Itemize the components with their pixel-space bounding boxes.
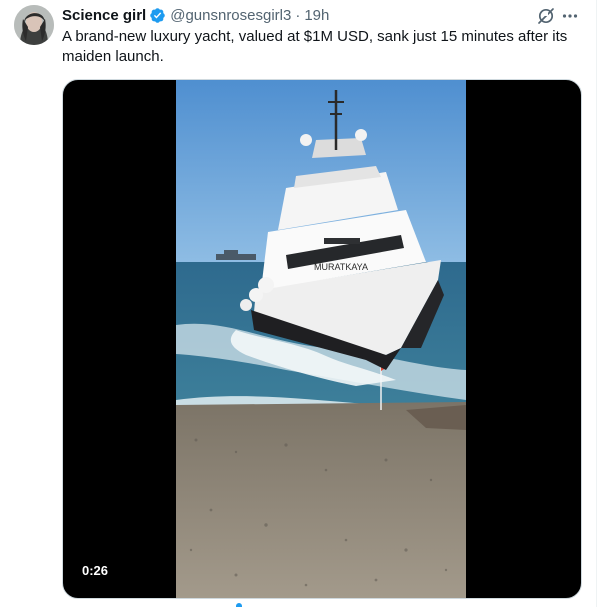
user-handle[interactable]: @gunsnrosesgirl3 [170, 7, 291, 24]
header-separator: · [295, 6, 301, 24]
video-player[interactable]: MURATKAYA 0:26 [62, 79, 582, 599]
tweet[interactable]: Science girl @gunsnrosesgirl3 · 19h A br… [0, 0, 596, 607]
timestamp[interactable]: 19h [304, 7, 329, 24]
hull-lettering: MURATKAYA [314, 262, 368, 272]
video-duration: 0:26 [75, 560, 116, 581]
action-bar-hint [236, 603, 242, 607]
grok-icon[interactable] [536, 6, 556, 26]
timeline-divider [596, 0, 597, 607]
more-options-icon[interactable] [560, 6, 580, 26]
tweet-header: Science girl @gunsnrosesgirl3 · 19h [62, 5, 329, 25]
display-name[interactable]: Science girl [62, 7, 146, 24]
tweet-text: A brand-new luxury yacht, valued at $1M … [62, 28, 568, 65]
verified-badge-icon[interactable] [149, 7, 166, 24]
video-frame[interactable]: MURATKAYA [176, 80, 466, 598]
video-still-image: MURATKAYA [176, 80, 466, 598]
avatar[interactable] [14, 5, 54, 45]
